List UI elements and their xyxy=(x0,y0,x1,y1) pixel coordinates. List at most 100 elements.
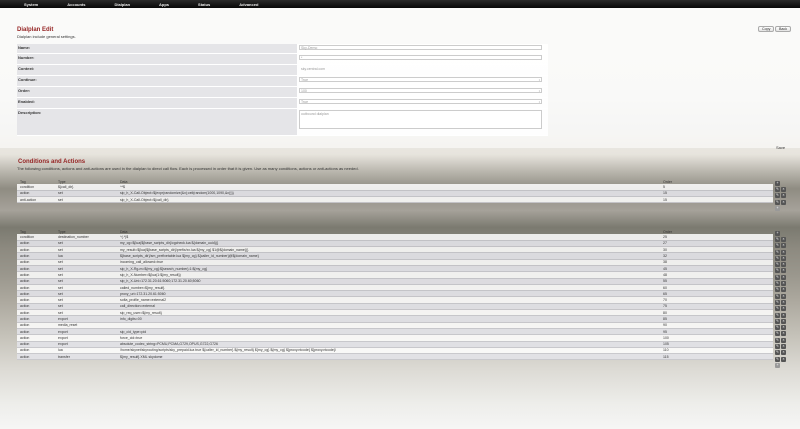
field-label: Context: xyxy=(17,65,297,75)
add-icon[interactable]: + xyxy=(775,180,780,186)
add-icon[interactable]: + xyxy=(775,230,780,236)
edit-icon[interactable]: ✎ xyxy=(775,287,780,293)
form-row-continue: Continue: True xyxy=(17,76,548,87)
delete-icon[interactable]: × xyxy=(781,306,786,312)
delete-icon[interactable]: × xyxy=(781,299,786,305)
delete-icon[interactable]: × xyxy=(781,249,786,255)
form-row-order: Order: 100 xyxy=(17,87,548,98)
field-label: Order: xyxy=(17,87,297,97)
delete-icon[interactable]: × xyxy=(781,281,786,287)
page-title: Dialplan Edit xyxy=(17,27,54,33)
delete-icon[interactable]: × xyxy=(781,356,786,362)
edit-icon[interactable]: ✎ xyxy=(775,299,780,305)
edit-icon[interactable]: ✎ xyxy=(775,268,780,274)
table-row: anti-action set sip_h_X-Call-Object=${call… xyxy=(17,196,773,204)
conditions-description: The following conditions, actions and an… xyxy=(17,166,359,171)
delete-icon[interactable]: × xyxy=(781,199,786,205)
edit-icon[interactable]: ✎ xyxy=(775,293,780,299)
edit-icon[interactable]: ✎ xyxy=(775,337,780,343)
field-label: Enabled: xyxy=(17,98,297,108)
enabled-select[interactable]: True xyxy=(299,99,542,104)
field-label: Continue: xyxy=(17,76,297,86)
edit-icon[interactable]: ✎ xyxy=(775,243,780,249)
form-row-number: Number: * xyxy=(17,54,548,65)
delete-icon[interactable]: × xyxy=(781,186,786,192)
nav-accounts[interactable]: Accounts xyxy=(67,2,85,7)
edit-icon[interactable]: ✎ xyxy=(775,306,780,312)
conditions-table-2: Tag Type Data Order condition destination… xyxy=(17,229,773,361)
edit-icon[interactable]: ✎ xyxy=(775,236,780,242)
field-label: Name: xyxy=(17,44,297,53)
cell-data: ${my_result} XML skydome xyxy=(117,353,660,361)
edit-icon[interactable]: ✎ xyxy=(775,262,780,268)
delete-icon[interactable]: × xyxy=(781,193,786,199)
page-subtitle: Dialplan include general settings. xyxy=(17,34,76,39)
edit-icon[interactable]: ✎ xyxy=(775,199,780,205)
dialplan-form: Name: Sky-Demo Number: * Context: sky.ce… xyxy=(17,44,548,136)
delete-icon[interactable]: × xyxy=(781,337,786,343)
cell-tag: anti-action xyxy=(17,196,55,204)
edit-icon[interactable]: ✎ xyxy=(775,325,780,331)
group2-tools: + ✎ × ✎ × ✎ × ✎ × ✎ × ✎ × ✎ × ✎ × ✎ × ✎ × ✎ × ✎ × ✎ × ✎ × ✎ × ✎ × ✎ × ✎ × ✎ × ✎… xyxy=(775,230,786,369)
nav-dialplan[interactable]: Dialplan xyxy=(114,2,130,7)
cell-type: transfer xyxy=(55,353,117,361)
save-button[interactable]: Save xyxy=(776,145,785,150)
delete-icon[interactable]: × xyxy=(781,293,786,299)
edit-icon[interactable]: ✎ xyxy=(775,312,780,318)
cell-order: 115 xyxy=(660,353,773,361)
delete-icon[interactable]: × xyxy=(781,318,786,324)
delete-icon[interactable]: × xyxy=(781,312,786,318)
delete-icon[interactable]: × xyxy=(781,255,786,261)
edit-icon[interactable]: ✎ xyxy=(775,331,780,337)
nav-advanced[interactable]: Advanced xyxy=(239,2,258,7)
delete-icon[interactable]: × xyxy=(781,268,786,274)
cell-tag: action xyxy=(17,353,55,361)
add-row-icon[interactable]: + xyxy=(775,362,780,368)
continue-select[interactable]: True xyxy=(299,77,542,82)
description-textarea[interactable]: outbound dialplan xyxy=(299,110,542,129)
cell-type: set xyxy=(55,196,117,204)
name-input[interactable]: Sky-Demo xyxy=(299,45,542,50)
context-input[interactable]: sky.central.com xyxy=(299,66,542,71)
edit-icon[interactable]: ✎ xyxy=(775,274,780,280)
form-row-context: Context: sky.central.com xyxy=(17,65,548,76)
edit-icon[interactable]: ✎ xyxy=(775,249,780,255)
edit-icon[interactable]: ✎ xyxy=(775,255,780,261)
delete-icon[interactable]: × xyxy=(781,236,786,242)
form-row-enabled: Enabled: True xyxy=(17,98,548,109)
edit-icon[interactable]: ✎ xyxy=(775,281,780,287)
delete-icon[interactable]: × xyxy=(781,243,786,249)
delete-icon[interactable]: × xyxy=(781,331,786,337)
cell-order: 15 xyxy=(660,196,773,204)
delete-icon[interactable]: × xyxy=(781,350,786,356)
order-select[interactable]: 100 xyxy=(299,88,542,93)
cell-data: sip_h_X-Call-Object=${call_dir} xyxy=(117,196,660,204)
number-input[interactable]: * xyxy=(299,55,542,60)
form-row-name: Name: Sky-Demo xyxy=(17,44,548,54)
edit-icon[interactable]: ✎ xyxy=(775,318,780,324)
nav-status[interactable]: Status xyxy=(198,2,210,7)
field-label: Description: xyxy=(17,109,297,135)
field-label: Number: xyxy=(17,54,297,64)
group1-tools: + ✎ × ✎ × ✎ × + xyxy=(775,180,786,211)
delete-icon[interactable]: × xyxy=(781,325,786,331)
form-row-description: Description: outbound dialplan xyxy=(17,109,548,136)
back-button[interactable]: Back xyxy=(775,26,791,32)
edit-icon[interactable]: ✎ xyxy=(775,343,780,349)
edit-icon[interactable]: ✎ xyxy=(775,350,780,356)
copy-button[interactable]: Copy xyxy=(758,26,775,32)
delete-icon[interactable]: × xyxy=(781,287,786,293)
delete-icon[interactable]: × xyxy=(781,262,786,268)
nav-apps[interactable]: Apps xyxy=(159,2,169,7)
delete-icon[interactable]: × xyxy=(781,274,786,280)
nav-system[interactable]: System xyxy=(24,2,38,7)
top-nav-bar: System Accounts Dialplan Apps Status Adv… xyxy=(0,0,800,8)
add-row-icon[interactable]: + xyxy=(775,205,780,211)
edit-icon[interactable]: ✎ xyxy=(775,186,780,192)
conditions-table-1: Tag Type Data Order condition ${call_dir}… xyxy=(17,179,773,204)
conditions-title: Conditions and Actions xyxy=(18,159,86,165)
edit-icon[interactable]: ✎ xyxy=(775,356,780,362)
edit-icon[interactable]: ✎ xyxy=(775,193,780,199)
delete-icon[interactable]: × xyxy=(781,343,786,349)
table-row: action transfer ${my_result} XML skydome 11… xyxy=(17,353,773,361)
